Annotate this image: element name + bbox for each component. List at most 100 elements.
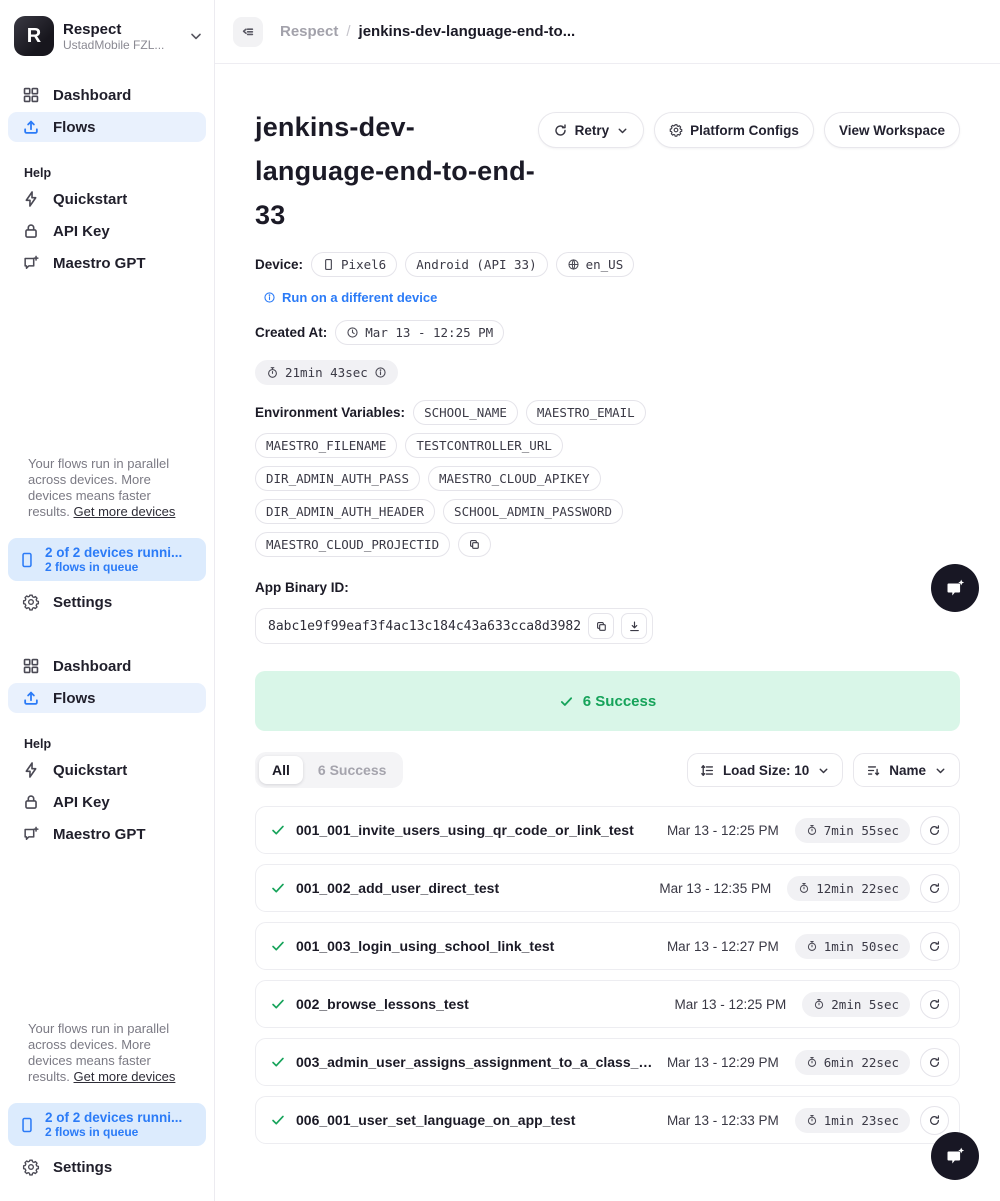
gear-icon <box>22 1158 40 1176</box>
flow-duration: 7min 55sec <box>824 823 899 838</box>
download-binary-button[interactable] <box>621 613 647 639</box>
flow-row[interactable]: 001_001_invite_users_using_qr_code_or_li… <box>255 806 960 854</box>
platform-configs-button[interactable]: Platform Configs <box>654 112 814 148</box>
flow-row[interactable]: 003_admin_user_assigns_assignment_to_a_c… <box>255 1038 960 1086</box>
run-metadata: Device: Pixel6 Android (API 33) <box>255 252 649 644</box>
flow-list: 001_001_invite_users_using_qr_code_or_li… <box>255 806 960 1144</box>
flow-time: Mar 13 - 12:25 PM <box>674 997 786 1012</box>
app-shell: R Respect UstadMobile FZL... Dashboard F… <box>0 0 1000 1201</box>
chat-sparkle-icon <box>943 1144 967 1168</box>
check-icon <box>270 1112 286 1128</box>
flow-row[interactable]: 001_002_add_user_direct_test Mar 13 - 12… <box>255 864 960 912</box>
sidebar-item-maestro-gpt[interactable]: Maestro GPT <box>8 248 206 278</box>
info-icon[interactable] <box>374 366 387 379</box>
device-locale: en_US <box>586 257 624 272</box>
retry-flow-button[interactable] <box>920 990 949 1019</box>
device-row: Device: Pixel6 Android (API 33) <box>255 252 649 277</box>
flow-name: 001_003_login_using_school_link_test <box>296 938 657 954</box>
flow-name: 001_002_add_user_direct_test <box>296 880 649 896</box>
workspace-switcher[interactable]: R Respect UstadMobile FZL... <box>0 0 214 62</box>
stopwatch-icon <box>798 882 810 894</box>
copy-env-vars-button[interactable] <box>458 532 491 557</box>
flow-time: Mar 13 - 12:25 PM <box>667 823 779 838</box>
retry-button[interactable]: Retry <box>538 112 645 148</box>
sidebar-item-label: Settings <box>53 1159 112 1176</box>
device-os: Android (API 33) <box>416 257 536 272</box>
created-at-label: Created At: <box>255 325 327 340</box>
sidebar-item-label: Flows <box>53 690 96 707</box>
view-workspace-button[interactable]: View Workspace <box>824 112 960 148</box>
load-size-button[interactable]: Load Size: 10 <box>687 753 843 787</box>
sidebar-item-dashboard[interactable]: Dashboard <box>8 80 206 110</box>
info-icon <box>263 291 276 304</box>
sidebar-item-settings[interactable]: Settings <box>8 587 206 617</box>
sidebar-item-flows[interactable]: Flows <box>8 683 206 713</box>
device-status-card[interactable]: 2 of 2 devices runni... 2 flows in queue <box>8 1103 206 1146</box>
flow-row[interactable]: 002_browse_lessons_test Mar 13 - 12:25 P… <box>255 980 960 1028</box>
refresh-icon <box>928 940 941 953</box>
chevron-down-icon <box>934 764 947 777</box>
refresh-icon <box>928 882 941 895</box>
content: jenkins-dev-language-end-to-end-33 Retry <box>215 64 1000 1154</box>
phone-icon <box>18 551 36 569</box>
refresh-icon <box>928 1056 941 1069</box>
app-binary-label: App Binary ID: <box>255 580 649 595</box>
retry-flow-button[interactable] <box>920 1048 949 1077</box>
device-status-text: 2 of 2 devices runni... 2 flows in queue <box>45 545 182 574</box>
flow-time: Mar 13 - 12:29 PM <box>667 1055 779 1070</box>
tab-all[interactable]: All <box>259 756 303 784</box>
page-title: jenkins-dev-language-end-to-end-33 <box>255 105 538 237</box>
device-status-subtitle: 2 flows in queue <box>45 1125 182 1139</box>
device-status-subtitle: 2 flows in queue <box>45 560 182 574</box>
sidebar-item-quickstart[interactable]: Quickstart <box>8 184 206 214</box>
retry-flow-button[interactable] <box>920 1106 949 1135</box>
collapse-sidebar-button[interactable] <box>233 17 263 47</box>
sidebar-item-api-key[interactable]: API Key <box>8 787 206 817</box>
gear-icon <box>669 123 683 137</box>
flow-time: Mar 13 - 12:27 PM <box>667 939 779 954</box>
lightning-icon <box>22 190 40 208</box>
sidebar-item-settings[interactable]: Settings <box>8 1152 206 1182</box>
sidebar-item-label: Maestro GPT <box>53 826 146 843</box>
total-duration-pill: 21min 43sec <box>255 360 398 385</box>
breadcrumb-workspace[interactable]: Respect <box>280 23 338 40</box>
flow-row[interactable]: 006_001_user_set_language_on_app_test Ma… <box>255 1096 960 1144</box>
sort-button[interactable]: Name <box>853 753 960 787</box>
dashboard-icon <box>22 657 40 675</box>
stopwatch-icon <box>266 366 279 379</box>
retry-flow-button[interactable] <box>920 816 949 845</box>
app-binary-box: 8abc1e9f99eaf3f4ac13c184c43a633cca8d3982 <box>255 608 653 644</box>
sidebar: R Respect UstadMobile FZL... Dashboard F… <box>0 0 215 1201</box>
flow-name: 006_001_user_set_language_on_app_test <box>296 1112 657 1128</box>
device-status-card[interactable]: 2 of 2 devices runni... 2 flows in queue <box>8 538 206 581</box>
breadcrumb: Respect / jenkins-dev-language-end-to... <box>280 23 575 40</box>
sidebar-item-label: Maestro GPT <box>53 255 146 272</box>
created-at-row: Created At: Mar 13 - 12:25 PM <box>255 320 649 345</box>
tab-success[interactable]: 6 Success <box>305 756 400 784</box>
copy-binary-id-button[interactable] <box>588 613 614 639</box>
retry-label: Retry <box>575 123 610 138</box>
ai-assistant-button[interactable] <box>931 1132 979 1180</box>
sidebar-item-maestro-gpt[interactable]: Maestro GPT <box>8 819 206 849</box>
run-different-device-link[interactable]: Run on a different device <box>263 290 649 305</box>
sidebar-spacer <box>0 619 214 649</box>
flow-duration-pill: 6min 22sec <box>795 1050 910 1075</box>
get-more-devices-link[interactable]: Get more devices <box>74 504 176 519</box>
sidebar-item-flows[interactable]: Flows <box>8 112 206 142</box>
sort-icon <box>866 763 881 778</box>
list-controls: All 6 Success Load Size: 10 <box>255 752 960 788</box>
retry-flow-button[interactable] <box>920 874 949 903</box>
sidebar-item-label: Quickstart <box>53 762 127 779</box>
retry-flow-button[interactable] <box>920 932 949 961</box>
load-size-label: Load Size: 10 <box>723 763 809 778</box>
flow-duration: 6min 22sec <box>824 1055 899 1070</box>
ai-assistant-button[interactable] <box>931 564 979 612</box>
stopwatch-icon <box>806 824 818 836</box>
get-more-devices-link[interactable]: Get more devices <box>74 1069 176 1084</box>
sidebar-item-quickstart[interactable]: Quickstart <box>8 755 206 785</box>
check-icon <box>270 1054 286 1070</box>
sidebar-item-dashboard[interactable]: Dashboard <box>8 651 206 681</box>
flow-row[interactable]: 001_003_login_using_school_link_test Mar… <box>255 922 960 970</box>
sidebar-item-api-key[interactable]: API Key <box>8 216 206 246</box>
env-var-pill: SCHOOL_ADMIN_PASSWORD <box>443 499 623 524</box>
